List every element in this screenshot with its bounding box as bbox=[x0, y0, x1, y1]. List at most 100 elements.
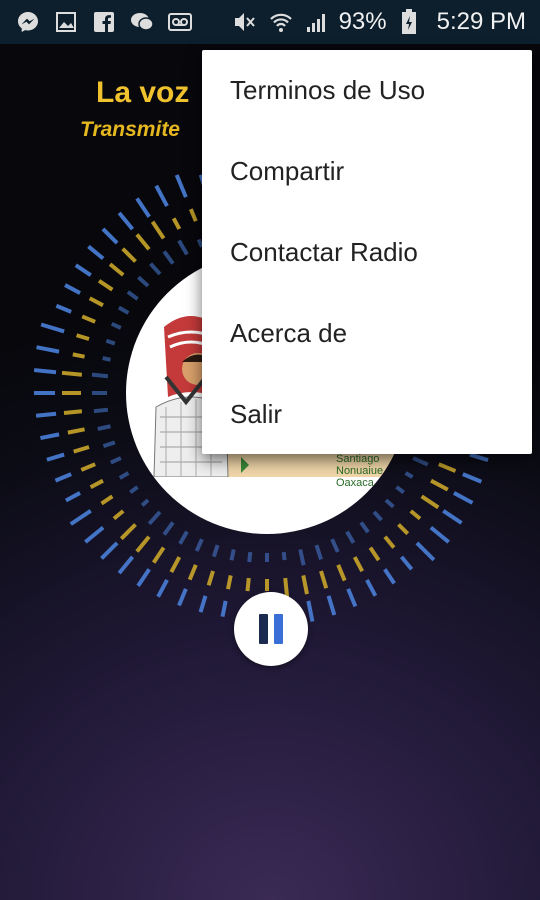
visualizer-bar bbox=[169, 556, 182, 573]
visualizer-bar bbox=[365, 579, 378, 597]
visualizer-bar bbox=[108, 262, 125, 277]
visualizer-bar bbox=[55, 303, 72, 314]
visualizer-bar bbox=[229, 549, 236, 561]
visualizer-bar bbox=[245, 577, 251, 592]
visualizer-bar bbox=[453, 491, 474, 505]
visualizer-bar bbox=[119, 523, 137, 541]
menu-item-terms[interactable]: Terminos de Uso bbox=[202, 50, 532, 131]
visualizer-bar bbox=[93, 407, 109, 414]
chat-icon bbox=[128, 8, 156, 36]
visualizer-bar bbox=[54, 472, 72, 483]
visualizer-bar bbox=[97, 279, 114, 292]
voicemail-icon bbox=[166, 8, 194, 36]
visualizer-bar bbox=[326, 595, 337, 616]
station-subtitle: Transmite bbox=[80, 118, 180, 141]
status-bar: 93% 5:29 PM bbox=[0, 0, 540, 44]
visualizer-bar bbox=[97, 424, 111, 431]
visualizer-bar bbox=[118, 471, 130, 480]
visualizer-bar bbox=[89, 478, 104, 490]
visualizer-bar bbox=[281, 551, 287, 561]
visualizer-bar bbox=[194, 538, 204, 552]
visualizer-bar bbox=[100, 541, 119, 560]
mute-icon bbox=[231, 8, 259, 36]
visualizer-bar bbox=[319, 570, 329, 589]
visualizer-bar bbox=[109, 456, 122, 465]
visualizer-bar bbox=[178, 530, 189, 545]
visualizer-bar bbox=[174, 174, 188, 198]
visualizer-bar bbox=[46, 452, 65, 462]
visualizer-bar bbox=[298, 549, 306, 566]
visualizer-bar bbox=[399, 555, 414, 571]
visualizer-bar bbox=[345, 530, 356, 544]
visualizer-bar bbox=[40, 322, 65, 334]
visualizer-bar bbox=[226, 575, 233, 590]
visualizer-bar bbox=[88, 296, 104, 308]
visualizer-bar bbox=[198, 595, 208, 613]
visualizer-bar bbox=[84, 525, 105, 544]
visualizer-bar bbox=[247, 551, 253, 563]
facebook-icon bbox=[90, 8, 118, 36]
visualizer-bar bbox=[147, 510, 162, 526]
visualizer-bar bbox=[112, 509, 125, 521]
visualizer-bar bbox=[105, 338, 116, 346]
visualizer-bar bbox=[63, 409, 83, 415]
signal-icon bbox=[303, 8, 331, 36]
visualizer-bar bbox=[314, 544, 323, 561]
visualizer-bar bbox=[75, 333, 90, 341]
notification-icons bbox=[0, 8, 194, 36]
visualizer-bar bbox=[129, 485, 139, 494]
visualizer-bar bbox=[135, 535, 151, 553]
visualizer-bar bbox=[330, 538, 340, 553]
visualizer-bar bbox=[61, 370, 83, 377]
menu-item-about[interactable]: Acerca de bbox=[202, 293, 532, 374]
visualizer-bar bbox=[33, 368, 57, 375]
visualizer-bar bbox=[206, 570, 215, 586]
visualizer-bar bbox=[384, 498, 395, 509]
visualizer-bar bbox=[140, 498, 150, 507]
visualizer-bar bbox=[220, 600, 228, 618]
visualizer-bar bbox=[64, 491, 81, 503]
visualizer-bar bbox=[36, 345, 60, 354]
visualizer-bar bbox=[442, 509, 463, 525]
visualizer-bar bbox=[359, 521, 370, 534]
menu-item-exit[interactable]: Salir bbox=[202, 374, 532, 455]
visualizer-bar bbox=[346, 588, 358, 608]
visualizer-bar bbox=[162, 250, 175, 265]
station-title: La voz bbox=[96, 76, 190, 109]
visualizer-bar bbox=[126, 290, 139, 301]
wifi-icon bbox=[267, 8, 295, 36]
pause-icon bbox=[259, 614, 268, 644]
visualizer-bar bbox=[306, 600, 315, 622]
visualizer-bar bbox=[35, 411, 57, 418]
visualizer-bar bbox=[64, 283, 81, 295]
visualizer-bar bbox=[415, 541, 436, 562]
visualizer-bar bbox=[149, 262, 162, 276]
visualizer-bar bbox=[100, 494, 114, 506]
menu-item-contact[interactable]: Contactar Radio bbox=[202, 212, 532, 293]
visualizer-bar bbox=[91, 372, 109, 379]
overflow-menu: Terminos de Uso Compartir Contactar Radi… bbox=[202, 50, 532, 454]
visualizer-bar bbox=[135, 197, 151, 218]
visualizer-bar bbox=[383, 535, 396, 549]
clock: 5:29 PM bbox=[436, 8, 526, 35]
visualizer-bar bbox=[102, 440, 116, 449]
visualizer-bar bbox=[420, 494, 440, 510]
pause-button[interactable] bbox=[234, 592, 308, 666]
visualizer-bar bbox=[117, 305, 130, 315]
visualizer-bar bbox=[412, 456, 429, 467]
visualizer-bar bbox=[177, 588, 188, 607]
visualizer-bar bbox=[117, 211, 135, 231]
battery-icon bbox=[395, 8, 423, 36]
menu-item-share[interactable]: Compartir bbox=[202, 131, 532, 212]
system-status: 93% 5:29 PM bbox=[231, 8, 540, 36]
visualizer-bar bbox=[352, 556, 364, 573]
visualizer-bar bbox=[368, 546, 381, 562]
visualizer-bar bbox=[101, 227, 119, 245]
visualizer-bar bbox=[67, 427, 85, 435]
visualizer-bar bbox=[372, 510, 383, 522]
visualizer-bar bbox=[73, 445, 90, 454]
visualizer-bar bbox=[429, 525, 450, 544]
visualizer-bar bbox=[156, 579, 169, 598]
visualizer-bar bbox=[87, 244, 105, 261]
visualizer-bar bbox=[72, 352, 85, 359]
